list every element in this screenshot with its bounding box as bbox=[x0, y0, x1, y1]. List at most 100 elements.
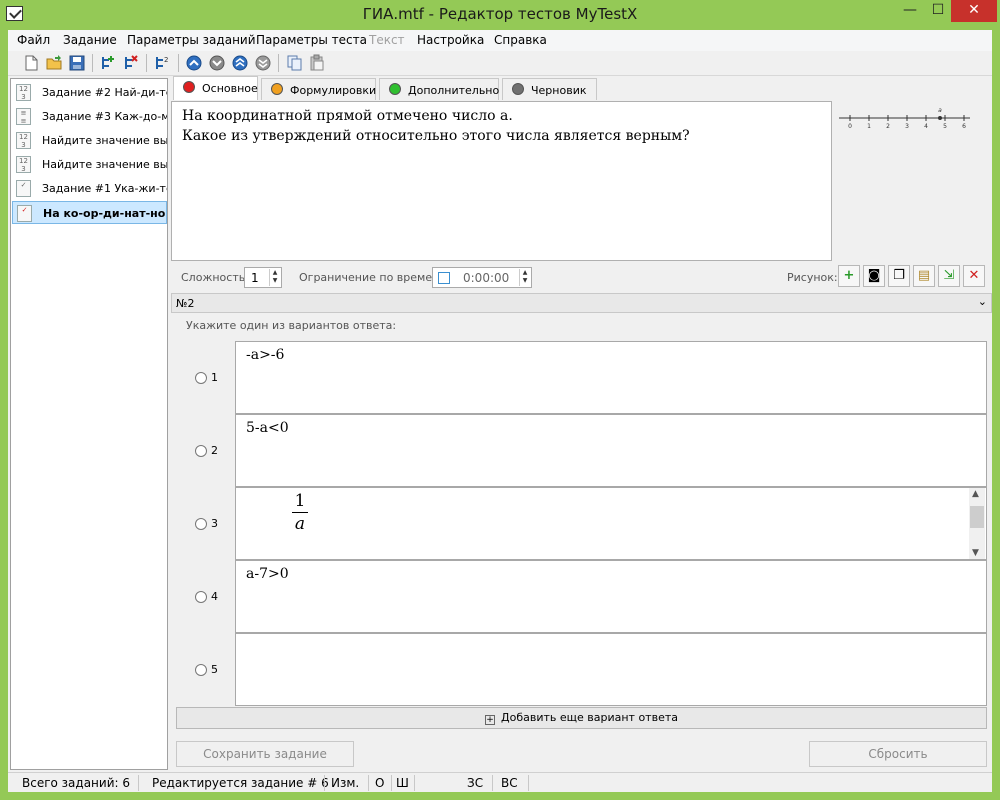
question-editor[interactable]: На координатной прямой отмечено число a.… bbox=[171, 101, 832, 261]
checkmark-task-icon: ✓ bbox=[16, 180, 31, 197]
chevron-down-icon[interactable]: ⌄ bbox=[978, 295, 987, 308]
answer-radio[interactable] bbox=[195, 445, 207, 457]
scroll-up-icon[interactable]: ▲ bbox=[972, 489, 979, 499]
answer-text-field[interactable]: -a>-6 bbox=[235, 341, 987, 414]
tab-additional[interactable]: Дополнительно bbox=[379, 78, 499, 100]
task-item-selected[interactable]: ✓ На ко-ор-ди-нат-ной bbox=[12, 201, 167, 224]
copy-picture-button[interactable]: ❐ bbox=[888, 265, 910, 287]
scroll-down-icon[interactable]: ▼ bbox=[972, 548, 979, 558]
answer-number: 3 bbox=[211, 517, 218, 530]
add-task-icon[interactable] bbox=[99, 54, 117, 72]
menu-text[interactable]: Текст bbox=[369, 33, 405, 47]
answer-row: 2 5-a<0 bbox=[171, 414, 992, 487]
add-picture-icon: + bbox=[843, 268, 855, 283]
task-number-icon[interactable]: 2 bbox=[153, 54, 171, 72]
move-down-icon[interactable] bbox=[208, 54, 226, 72]
tab-bar: Основное Формулировки Дополнительно Черн… bbox=[171, 76, 992, 100]
client-area: Файл Задание Параметры заданий Параметры… bbox=[8, 30, 992, 792]
delete-task-icon[interactable] bbox=[122, 54, 140, 72]
answer-radio[interactable] bbox=[195, 664, 207, 676]
move-first-icon[interactable] bbox=[231, 54, 249, 72]
status-changed: Изм. bbox=[331, 776, 360, 790]
answer-row: 4 a-7>0 bbox=[171, 560, 992, 633]
answer-radio[interactable] bbox=[195, 518, 207, 530]
menu-file[interactable]: Файл bbox=[17, 33, 50, 47]
window-title: ГИА.mtf - Редактор тестов MyTestX bbox=[362, 5, 638, 23]
move-last-icon[interactable] bbox=[254, 54, 272, 72]
vertical-scrollbar[interactable]: ▲ ▼ bbox=[969, 488, 985, 559]
paste-icon[interactable] bbox=[308, 54, 326, 72]
time-limit-checkbox[interactable] bbox=[438, 272, 450, 284]
answer-number: 5 bbox=[211, 663, 218, 676]
title-bar: ГИА.mtf - Редактор тестов MyTestX — ☐ ✕ bbox=[0, 0, 1000, 30]
spinner-arrows-icon[interactable]: ▲ ▼ bbox=[519, 269, 530, 286]
number-line-picture: 0 1 2 3 4 5 6 a bbox=[839, 107, 970, 130]
scrollbar-thumb[interactable] bbox=[970, 506, 984, 528]
close-button[interactable]: ✕ bbox=[951, 0, 997, 22]
toolbar: 2 bbox=[8, 51, 992, 76]
delete-picture-button[interactable]: ✕ bbox=[963, 265, 985, 287]
save-task-button[interactable]: Сохранить задание bbox=[176, 741, 354, 767]
answer-text-field[interactable]: a-7>0 bbox=[235, 560, 987, 633]
task-item[interactable]: ≡≡ Задание #3 Каж-до-му в bbox=[12, 105, 167, 128]
status-vs: ВС bbox=[501, 776, 518, 790]
answer-number: 2 bbox=[211, 444, 218, 457]
tab-label: Дополнительно bbox=[408, 84, 500, 97]
add-answer-button[interactable]: + Добавить еще вариант ответа bbox=[176, 707, 987, 729]
open-folder-icon[interactable] bbox=[45, 54, 63, 72]
checkmark-task-icon: ✓ bbox=[17, 205, 32, 222]
tab-draft[interactable]: Черновик bbox=[502, 78, 597, 100]
difficulty-spinner[interactable]: 1 ▲ ▼ bbox=[244, 267, 282, 288]
tick-label: 0 bbox=[848, 123, 852, 130]
answers-prompt: Укажите один из вариантов ответа: bbox=[186, 319, 397, 332]
minimize-button[interactable]: — bbox=[897, 0, 923, 22]
toolbar-separator bbox=[178, 54, 179, 72]
difficulty-label: Сложность: bbox=[181, 271, 249, 284]
spinner-arrows-icon[interactable]: ▲ ▼ bbox=[269, 269, 280, 286]
task-label: Найдите значение выра bbox=[42, 134, 167, 147]
task-item[interactable]: 123 Задание #2 Най-ди-те з bbox=[12, 81, 167, 104]
menu-test-params[interactable]: Параметры теста bbox=[256, 33, 367, 47]
menu-task-params[interactable]: Параметры заданий bbox=[127, 33, 256, 47]
task-item[interactable]: 123 Найдите значение выра bbox=[12, 129, 167, 152]
reset-button[interactable]: Сбросить bbox=[809, 741, 987, 767]
menu-settings[interactable]: Настройка bbox=[417, 33, 484, 47]
camera-button[interactable]: ◙ bbox=[863, 265, 885, 287]
answer-text-field[interactable]: 1 a ▲ ▼ bbox=[235, 487, 987, 560]
status-separator bbox=[528, 775, 529, 791]
menu-help[interactable]: Справка bbox=[494, 33, 547, 47]
time-limit-value: 0:00:00 bbox=[463, 271, 510, 285]
task-item[interactable]: ✓ Задание #1 Ука-жи-те н bbox=[12, 177, 167, 200]
new-file-icon[interactable] bbox=[22, 54, 40, 72]
task-label: Задание #3 Каж-до-му в bbox=[42, 110, 167, 123]
status-o: О bbox=[375, 776, 385, 790]
green-dot-icon bbox=[389, 83, 401, 95]
copy-icon[interactable] bbox=[285, 54, 303, 72]
menu-task[interactable]: Задание bbox=[63, 33, 117, 47]
task-item[interactable]: 123 Найдите значение выра bbox=[12, 153, 167, 176]
paste-picture-button[interactable]: ▤ bbox=[913, 265, 935, 287]
fraction-denominator: a bbox=[294, 514, 306, 534]
answer-text-field[interactable] bbox=[235, 633, 987, 706]
answer-radio[interactable] bbox=[195, 591, 207, 603]
orange-dot-icon bbox=[271, 83, 283, 95]
maximize-button[interactable]: ☐ bbox=[925, 0, 951, 22]
answer-type-select[interactable]: №2 ⌄ bbox=[171, 293, 992, 313]
answer-radio[interactable] bbox=[195, 372, 207, 384]
answer-row: 1 -a>-6 bbox=[171, 341, 992, 414]
answer-type-value: №2 bbox=[176, 297, 195, 310]
task-list: 123 Задание #2 Най-ди-те з ≡≡ Задание #3… bbox=[10, 78, 168, 770]
export-picture-button[interactable]: ⇲ bbox=[938, 265, 960, 287]
answer-text-field[interactable]: 5-a<0 bbox=[235, 414, 987, 487]
add-picture-button[interactable]: + bbox=[838, 265, 860, 287]
tab-main[interactable]: Основное bbox=[173, 76, 258, 100]
time-limit-field[interactable]: 0:00:00 ▲ ▼ bbox=[432, 267, 532, 288]
save-icon[interactable] bbox=[68, 54, 86, 72]
status-separator bbox=[391, 775, 392, 791]
move-up-icon[interactable] bbox=[185, 54, 203, 72]
status-separator bbox=[324, 775, 325, 791]
tab-label: Формулировки bbox=[290, 84, 377, 97]
tab-formulations[interactable]: Формулировки bbox=[261, 78, 376, 100]
numeric-task-icon: 12 3 bbox=[16, 132, 31, 149]
delete-icon: ✕ bbox=[968, 268, 980, 283]
